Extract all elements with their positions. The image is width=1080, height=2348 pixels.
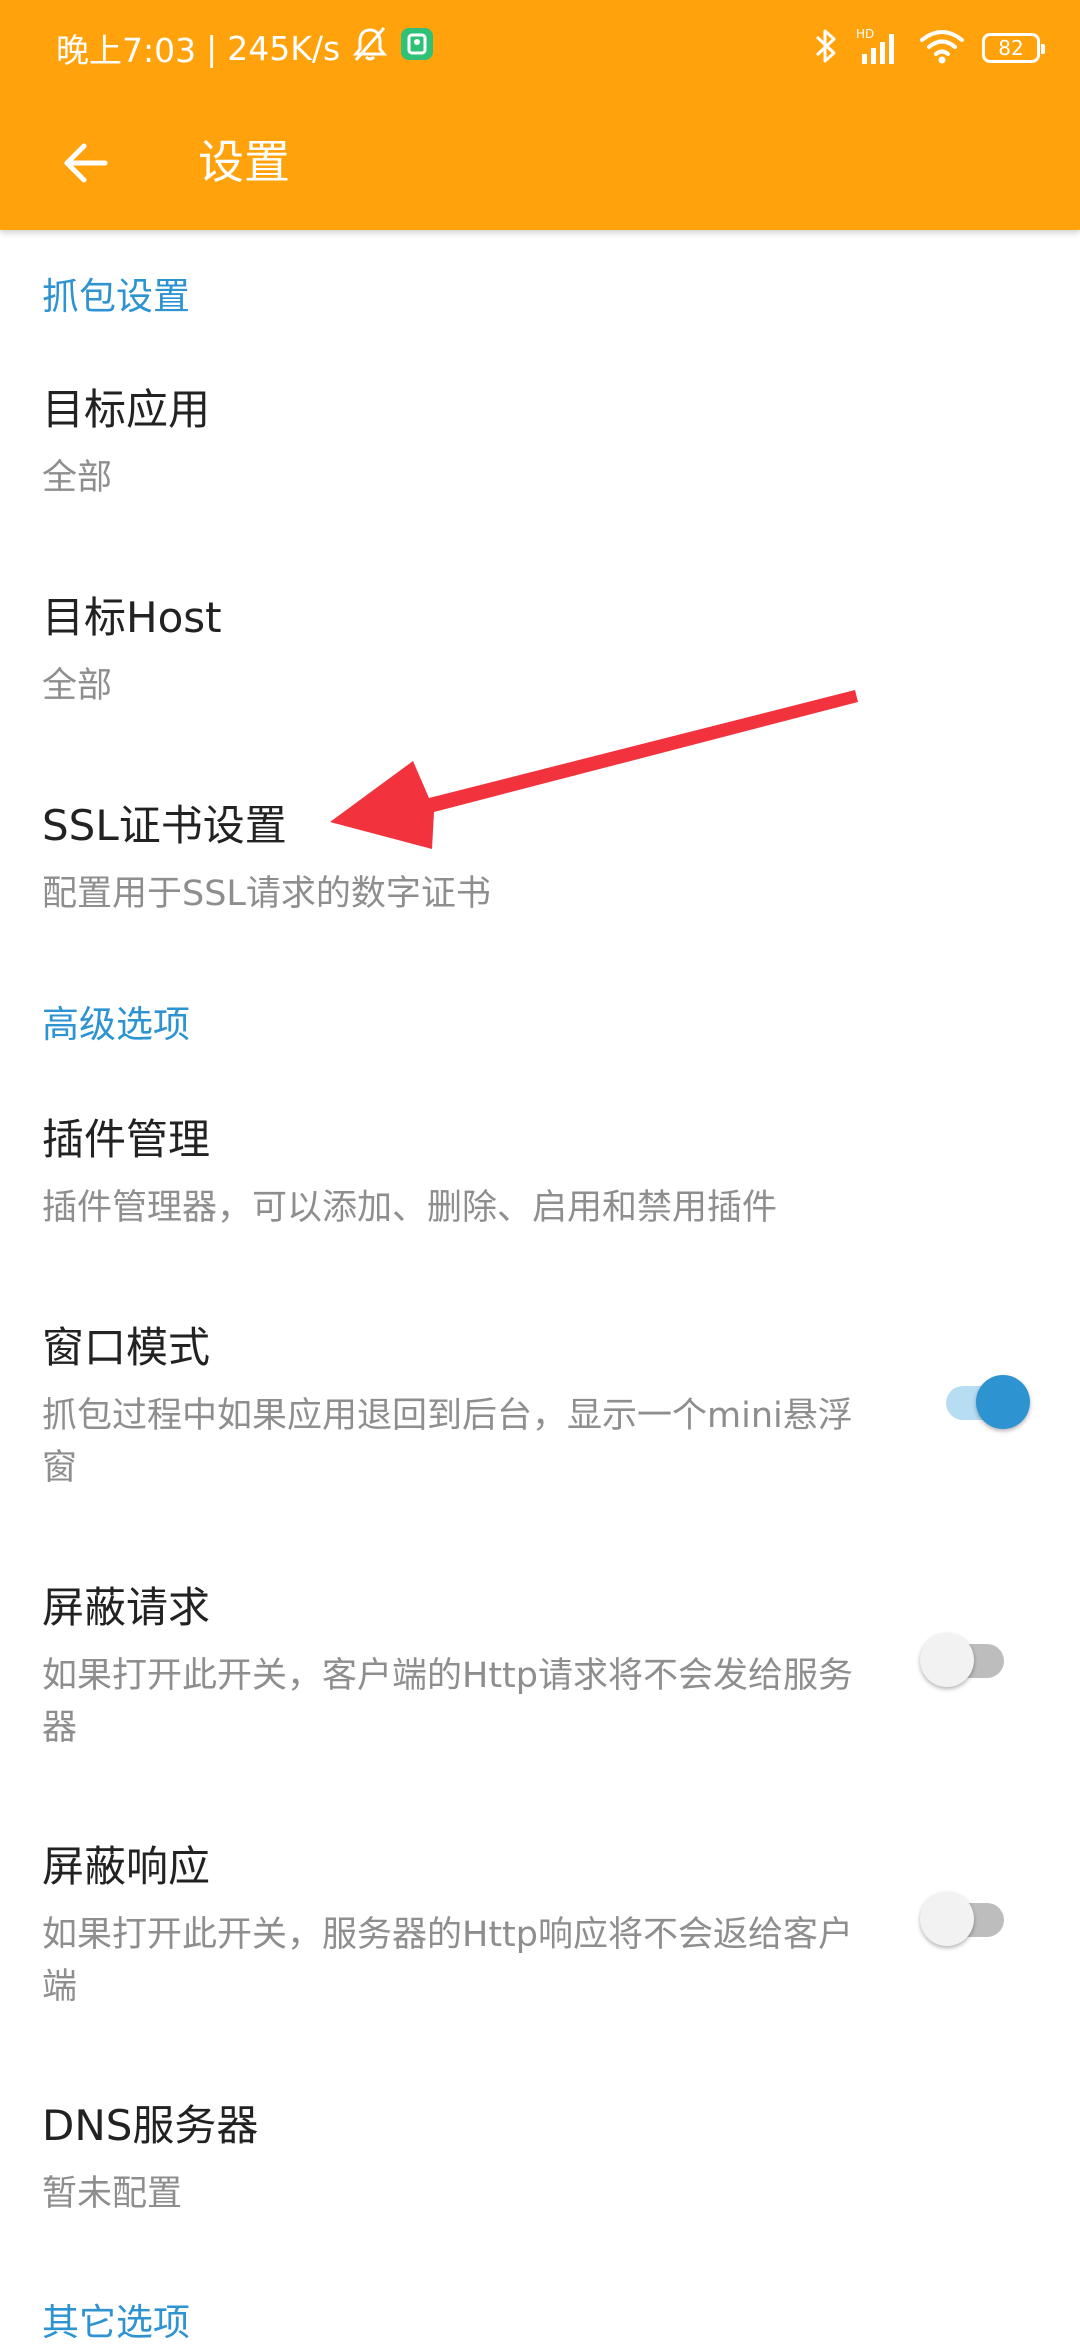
pref-target-host-title: 目标Host [42, 593, 222, 642]
status-left: 晚上7:03 | 245K/s [56, 22, 434, 74]
pref-plugin-manager[interactable]: 插件管理 插件管理器，可以添加、删除、启用和禁用插件 [0, 1090, 1080, 1270]
pref-plugins-summary: 插件管理器，可以添加、删除、启用和禁用插件 [42, 1188, 778, 1228]
mute-bell-icon [350, 24, 390, 72]
arrow-left-icon [64, 143, 108, 183]
status-bar: 晚上7:03 | 245K/s HD 82 [0, 0, 1080, 96]
hd-signal-icon: HD [856, 26, 902, 70]
back-button[interactable] [40, 118, 130, 208]
pref-block-response-summary: 如果打开此开关，服务器的Http响应将不会返给客户端 [42, 1915, 853, 2007]
pref-dns-summary: 暂未配置 [42, 2174, 183, 2214]
pref-window-mode-title: 窗口模式 [42, 1323, 211, 1372]
toolbar: 设置 [0, 96, 1080, 230]
pref-target-app[interactable]: 目标应用 全部 [0, 360, 1080, 540]
bluetooth-icon [812, 26, 840, 70]
pref-block-request[interactable]: 屏蔽请求 如果打开此开关，客户端的Http请求将不会发给服务器 [0, 1558, 1080, 1778]
switch-thumb [976, 1375, 1030, 1429]
switch-thumb [920, 1633, 974, 1687]
svg-text:HD: HD [856, 27, 874, 41]
status-right: HD 82 [812, 22, 1045, 74]
status-net-speed: 245K/s [227, 28, 341, 68]
annotation-arrow [330, 690, 858, 849]
pref-ssl-summary: 配置用于SSL请求的数字证书 [42, 874, 491, 914]
pref-ssl-title: SSL证书设置 [42, 801, 287, 850]
pref-dns-server[interactable]: DNS服务器 暂未配置 [0, 2076, 1080, 2256]
pref-block-response[interactable]: 屏蔽响应 如果打开此开关，服务器的Http响应将不会返给客户端 [0, 1817, 1080, 2037]
pref-window-mode[interactable]: 窗口模式 抓包过程中如果应用退回到后台，显示一个mini悬浮窗 [0, 1298, 1080, 1518]
block-request-switch[interactable] [920, 1630, 1012, 1690]
pref-target-app-summary: 全部 [42, 458, 113, 498]
status-time: 晚上7:03 [56, 31, 197, 70]
section-header-capture: 抓包设置 [42, 275, 190, 318]
status-separator: | [206, 28, 218, 68]
switch-thumb [920, 1892, 974, 1946]
pref-dns-title: DNS服务器 [42, 2101, 259, 2150]
page-title: 设置 [198, 135, 290, 189]
pref-plugins-title: 插件管理 [42, 1115, 211, 1164]
section-header-other: 其它选项 [42, 2301, 190, 2344]
section-header-advanced: 高级选项 [42, 1003, 190, 1046]
pref-block-request-title: 屏蔽请求 [42, 1583, 211, 1632]
pref-window-mode-summary: 抓包过程中如果应用退回到后台，显示一个mini悬浮窗 [42, 1396, 853, 1488]
pref-target-app-title: 目标应用 [42, 385, 211, 434]
battery-level: 82 [998, 36, 1024, 60]
wifi-icon [918, 26, 966, 70]
battery-icon: 82 [982, 33, 1045, 63]
app-notification-icon [400, 27, 434, 69]
block-response-switch[interactable] [920, 1889, 1012, 1949]
pref-block-request-summary: 如果打开此开关，客户端的Http请求将不会发给服务器 [42, 1656, 853, 1748]
app-bar: 晚上7:03 | 245K/s HD 82 设置 [0, 0, 1080, 230]
pref-block-response-title: 屏蔽响应 [42, 1842, 211, 1891]
window-mode-switch[interactable] [938, 1372, 1030, 1432]
